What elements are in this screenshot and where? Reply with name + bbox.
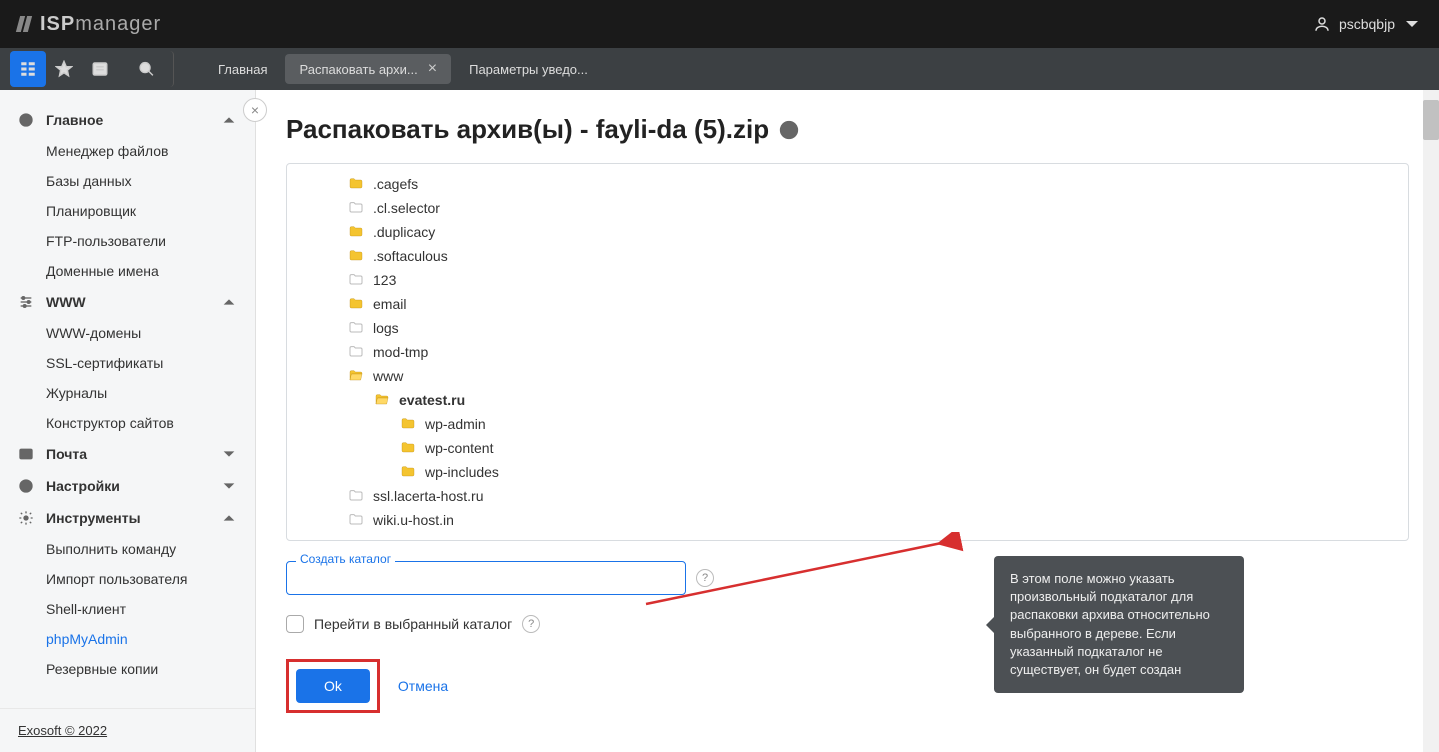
tree-item[interactable]: logs bbox=[287, 316, 1408, 340]
nav-item[interactable]: phpMyAdmin bbox=[0, 624, 255, 654]
create-dir-label: Создать каталог bbox=[296, 552, 395, 566]
nav-item[interactable]: Журналы bbox=[0, 378, 255, 408]
cancel-button[interactable]: Отмена bbox=[398, 678, 448, 694]
newspaper-icon bbox=[91, 60, 109, 78]
grid-icon bbox=[19, 60, 37, 78]
star-icon bbox=[55, 60, 73, 78]
nav-item[interactable]: Резервные копии bbox=[0, 654, 255, 684]
user-menu[interactable]: pscbqbjp bbox=[1313, 15, 1421, 33]
nav-item[interactable]: Доменные имена bbox=[0, 256, 255, 286]
search-button[interactable] bbox=[138, 51, 174, 87]
goto-dir-label: Перейти в выбранный каталог bbox=[314, 616, 512, 632]
logo-text: ISPmanager bbox=[40, 13, 161, 36]
tree-item[interactable]: .cl.selector bbox=[287, 196, 1408, 220]
nav-item[interactable]: Менеджер файлов bbox=[0, 136, 255, 166]
tree-item[interactable]: wp-content bbox=[287, 436, 1408, 460]
directory-tree: .cagefs.cl.selector.duplicacy.softaculou… bbox=[286, 163, 1409, 541]
nav-section-почта[interactable]: Почта bbox=[0, 438, 255, 470]
page-title: Распаковать архив(ы) - fayli-da (5).zip bbox=[286, 114, 1409, 145]
sidebar-collapse-button[interactable]: × bbox=[243, 98, 267, 122]
favorites-button[interactable] bbox=[46, 51, 82, 87]
ok-button[interactable]: Ok bbox=[296, 669, 370, 703]
nav-section-главное[interactable]: Главное bbox=[0, 104, 255, 136]
tree-item[interactable]: www bbox=[287, 364, 1408, 388]
tree-item[interactable]: email bbox=[287, 292, 1408, 316]
tree-item[interactable]: .softaculous bbox=[287, 244, 1408, 268]
tree-item[interactable]: mod-tmp bbox=[287, 340, 1408, 364]
tree-item[interactable]: evatest.ru bbox=[287, 388, 1408, 412]
tab-bar: Главная Распаковать архи... × Параметры … bbox=[0, 48, 1439, 90]
tree-item[interactable]: 123 bbox=[287, 268, 1408, 292]
tab-extract[interactable]: Распаковать архи... × bbox=[285, 54, 451, 84]
nav-item[interactable]: Импорт пользователя bbox=[0, 564, 255, 594]
help-icon[interactable]: ? bbox=[696, 569, 714, 587]
logo: ISPmanager bbox=[18, 13, 161, 36]
tree-item[interactable]: wiki.u-host.in bbox=[287, 508, 1408, 532]
logo-bars-icon bbox=[18, 16, 30, 32]
nav-item[interactable]: Выполнить команду bbox=[0, 534, 255, 564]
content: Распаковать архив(ы) - fayli-da (5).zip … bbox=[256, 90, 1439, 752]
close-icon[interactable]: × bbox=[428, 60, 437, 78]
menu-grid-button[interactable] bbox=[10, 51, 46, 87]
nav-item[interactable]: Базы данных bbox=[0, 166, 255, 196]
ok-highlight: Ok bbox=[286, 659, 380, 713]
nav-item[interactable]: Конструктор сайтов bbox=[0, 408, 255, 438]
chevron-down-icon bbox=[1403, 15, 1421, 33]
news-button[interactable] bbox=[82, 51, 118, 87]
globe-icon bbox=[779, 120, 799, 140]
username: pscbqbjp bbox=[1339, 16, 1395, 32]
user-icon bbox=[1313, 15, 1331, 33]
tab-notification-settings[interactable]: Параметры уведо... bbox=[455, 56, 602, 83]
tab-main[interactable]: Главная bbox=[204, 56, 281, 83]
help-icon[interactable]: ? bbox=[522, 615, 540, 633]
tree-item[interactable]: wp-includes bbox=[287, 460, 1408, 484]
tree-item[interactable]: .cagefs bbox=[287, 172, 1408, 196]
tree-item[interactable]: wp-admin bbox=[287, 412, 1408, 436]
sidebar: × ГлавноеМенеджер файловБазы данныхПлани… bbox=[0, 90, 256, 752]
tree-item[interactable]: ssl.lacerta-host.ru bbox=[287, 484, 1408, 508]
nav-item[interactable]: SSL-сертификаты bbox=[0, 348, 255, 378]
nav-item[interactable]: WWW-домены bbox=[0, 318, 255, 348]
nav-section-настройки[interactable]: Настройки bbox=[0, 470, 255, 502]
top-bar: ISPmanager pscbqbjp bbox=[0, 0, 1439, 48]
nav-item[interactable]: Планировщик bbox=[0, 196, 255, 226]
tree-item[interactable]: .duplicacy bbox=[287, 220, 1408, 244]
scrollbar[interactable] bbox=[1423, 90, 1439, 752]
nav-section-www[interactable]: WWW bbox=[0, 286, 255, 318]
tabs: Главная Распаковать архи... × Параметры … bbox=[204, 54, 602, 84]
nav-item[interactable]: FTP-пользователи bbox=[0, 226, 255, 256]
search-icon bbox=[138, 60, 155, 78]
tooltip: В этом поле можно указать произвольный п… bbox=[994, 556, 1244, 693]
footer-copyright[interactable]: Exosoft © 2022 bbox=[0, 708, 255, 752]
nav-item[interactable]: Shell-клиент bbox=[0, 594, 255, 624]
goto-dir-checkbox[interactable] bbox=[286, 615, 304, 633]
nav-section-инструменты[interactable]: Инструменты bbox=[0, 502, 255, 534]
create-dir-input[interactable] bbox=[286, 561, 686, 595]
